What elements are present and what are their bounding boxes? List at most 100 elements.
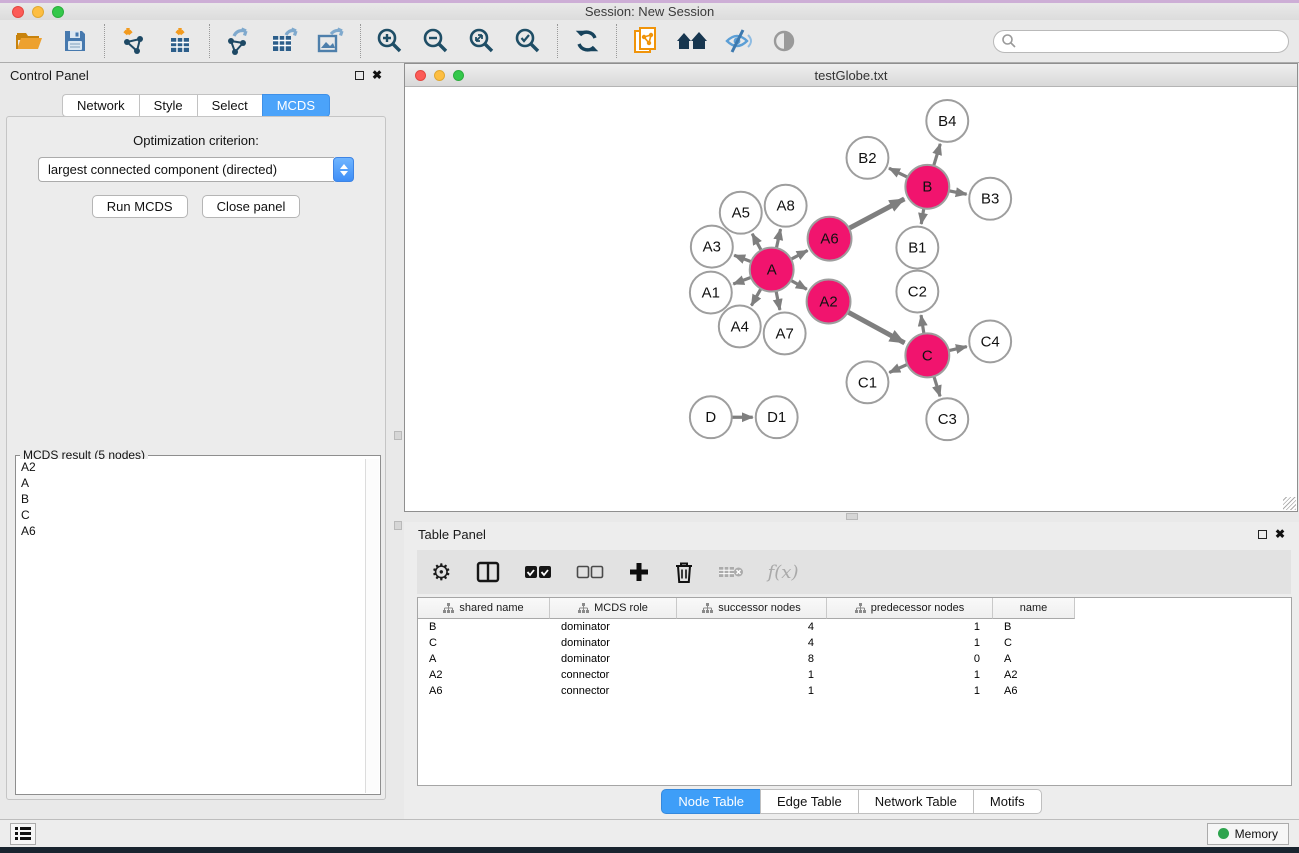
cell-successor-nodes[interactable]: 1 [677,667,827,683]
edge-C-C2[interactable] [921,315,924,335]
cell-successor-nodes[interactable]: 8 [677,651,827,667]
cell-name[interactable]: A2 [993,667,1075,683]
zoom-in-icon[interactable] [373,24,407,58]
result-item[interactable]: A6 [17,523,365,539]
edge-C-C4[interactable] [947,347,967,351]
gear-icon[interactable]: ⚙ [431,557,452,587]
column-header-shared-name[interactable]: shared name [418,598,550,619]
search-box[interactable] [993,30,1289,53]
cell-predecessor-nodes[interactable]: 1 [827,667,993,683]
edge-C-C3[interactable] [933,374,940,396]
column-header-MCDS-role[interactable]: MCDS role [550,598,677,619]
cell-shared-name[interactable]: A6 [418,683,550,699]
column-header-name[interactable]: name [993,598,1075,619]
result-item[interactable]: B [17,491,365,507]
cell-predecessor-nodes[interactable]: 0 [827,651,993,667]
cell-successor-nodes[interactable]: 1 [677,683,827,699]
run-mcds-button[interactable]: Run MCDS [92,195,188,218]
splitter-grip[interactable] [394,521,402,530]
deselect-all-checkboxes-icon[interactable] [576,557,604,587]
edge-A-A2[interactable] [789,279,807,289]
cell-predecessor-nodes[interactable]: 1 [827,683,993,699]
dropdown-stepper-icon[interactable] [333,157,354,182]
edge-A-A5[interactable] [752,234,762,252]
tab-style[interactable]: Style [139,94,197,117]
float-panel-icon[interactable] [355,71,364,80]
tab-node-table[interactable]: Node Table [661,789,760,814]
edge-A-A8[interactable] [776,229,781,250]
search-input[interactable] [1017,31,1288,52]
cell-predecessor-nodes[interactable]: 1 [827,619,993,635]
cell-name[interactable]: B [993,619,1075,635]
cell-name[interactable]: A6 [993,683,1075,699]
tab-select[interactable]: Select [197,94,262,117]
cell-shared-name[interactable]: B [418,619,550,635]
tab-mcds[interactable]: MCDS [262,94,330,117]
network-canvas[interactable]: B4B2BB3A8A5A6A3B1AA1C2A2A4A7C4CC1DD1C3 [405,88,1297,511]
result-scrollbar[interactable] [365,459,379,793]
splitter-grip[interactable] [846,513,858,520]
table-row[interactable]: Adominator80A [418,651,1291,667]
import-table-icon[interactable] [163,24,197,58]
cell-MCDS-role[interactable]: dominator [550,619,677,635]
export-network-icon[interactable] [222,24,256,58]
close-panel-icon[interactable]: ✖ [372,69,382,81]
table-row[interactable]: A2connector11A2 [418,667,1291,683]
cell-successor-nodes[interactable]: 4 [677,635,827,651]
splitter-grip[interactable] [394,431,402,440]
horizontal-splitter[interactable] [404,512,1299,522]
result-item[interactable]: C [17,507,365,523]
select-all-checkboxes-icon[interactable] [524,557,552,587]
edge-B-B4[interactable] [933,144,940,168]
save-session-icon[interactable] [58,24,92,58]
criterion-dropdown[interactable]: largest connected component (directed) [38,157,334,182]
show-graphics-details-icon[interactable] [767,24,801,58]
export-table-icon[interactable] [268,24,302,58]
home-icon[interactable] [675,24,709,58]
edge-A6-B[interactable] [847,199,904,229]
open-session-icon[interactable] [12,24,46,58]
cell-MCDS-role[interactable]: connector [550,683,677,699]
edge-A2-C[interactable] [846,311,904,343]
memory-button[interactable]: Memory [1207,823,1289,845]
float-panel-icon[interactable] [1258,530,1267,539]
result-item[interactable]: A2 [17,459,365,475]
zoom-out-icon[interactable] [419,24,453,58]
close-panel-button[interactable]: Close panel [202,195,301,218]
edge-A-A4[interactable] [751,287,761,306]
tab-network[interactable]: Network [62,94,139,117]
cell-MCDS-role[interactable]: dominator [550,651,677,667]
tab-motifs[interactable]: Motifs [973,789,1042,814]
column-header-successor-nodes[interactable]: successor nodes [677,598,827,619]
zoom-selected-icon[interactable] [511,24,545,58]
edge-A-A7[interactable] [776,289,780,310]
cell-shared-name[interactable]: A [418,651,550,667]
cell-predecessor-nodes[interactable]: 1 [827,635,993,651]
result-item[interactable]: A [17,475,365,491]
tab-edge-table[interactable]: Edge Table [760,789,858,814]
edge-B-B2[interactable] [889,168,909,178]
column-header-predecessor-nodes[interactable]: predecessor nodes [827,598,993,619]
show-columns-icon[interactable] [476,557,500,587]
add-column-icon[interactable] [628,557,650,587]
hide-graphics-details-icon[interactable] [721,24,755,58]
table-row[interactable]: Bdominator41B [418,619,1291,635]
edge-A-A6[interactable] [789,250,807,260]
edge-A-A1[interactable] [733,277,753,284]
edge-C-C1[interactable] [889,364,909,373]
cell-shared-name[interactable]: C [418,635,550,651]
cell-MCDS-role[interactable]: dominator [550,635,677,651]
export-image-icon[interactable] [314,24,348,58]
cell-shared-name[interactable]: A2 [418,667,550,683]
cell-successor-nodes[interactable]: 4 [677,619,827,635]
trash-icon[interactable] [674,557,694,587]
task-history-button[interactable] [10,823,36,845]
tab-network-table[interactable]: Network Table [858,789,973,814]
cell-name[interactable]: A [993,651,1075,667]
table-row[interactable]: A6connector11A6 [418,683,1291,699]
cell-name[interactable]: C [993,635,1075,651]
cell-MCDS-role[interactable]: connector [550,667,677,683]
new-network-from-file-icon[interactable] [629,24,663,58]
vertical-splitter[interactable] [392,63,404,819]
window-resize-grip[interactable] [1283,497,1296,510]
